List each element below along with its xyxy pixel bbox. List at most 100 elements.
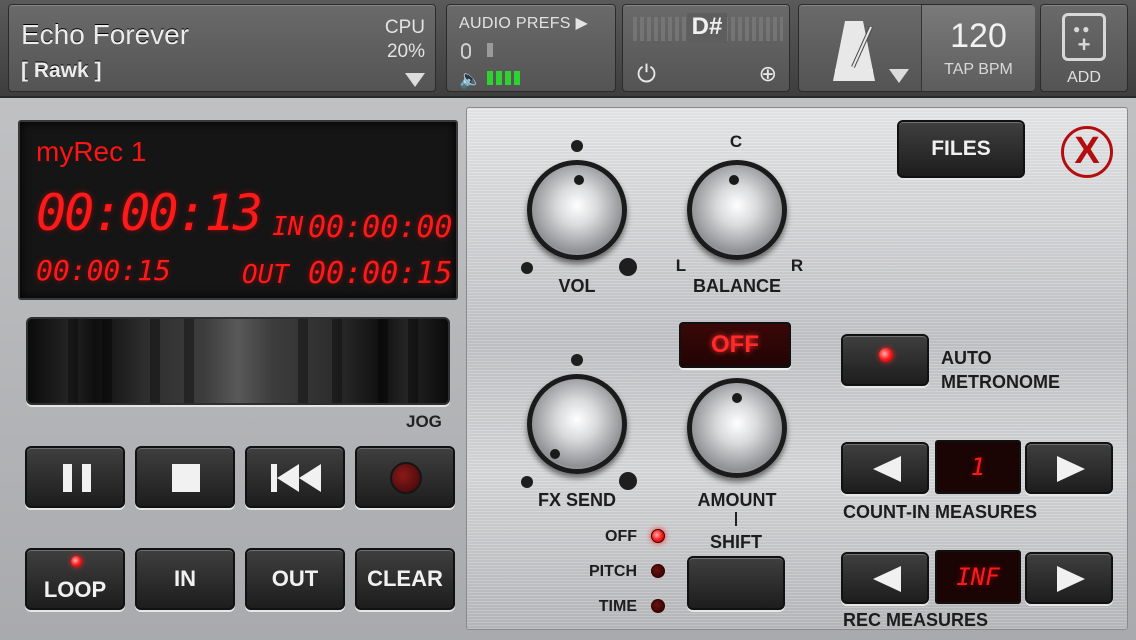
pause-icon xyxy=(63,464,91,492)
control-panel: VOL C L R BALANCE FILES X FX SEND OFF AM… xyxy=(466,107,1128,630)
knob-scale-dot xyxy=(571,354,583,366)
current-time: 00:00:13 xyxy=(36,184,263,242)
power-icon[interactable]: ⏻ xyxy=(637,61,656,89)
mode-pitch-led[interactable] xyxy=(651,564,665,578)
balance-knob[interactable] xyxy=(687,160,787,260)
out-point-time: 00:00:15 xyxy=(308,256,453,291)
output-level-bar xyxy=(487,71,493,85)
knob-scale-dot xyxy=(521,476,533,488)
out-point-label: OUT xyxy=(242,260,289,290)
loop-button[interactable]: LOOP xyxy=(25,548,125,610)
arrow-right-icon xyxy=(1057,566,1085,592)
arrow-left-icon xyxy=(873,456,901,482)
set-in-button[interactable]: IN xyxy=(135,548,235,610)
bpm-value: 120 xyxy=(950,17,1007,55)
mode-off-led[interactable] xyxy=(651,529,665,543)
volume-knob[interactable] xyxy=(527,160,627,260)
total-length: 00:00:15 xyxy=(36,254,171,287)
output-level-bar xyxy=(514,71,520,85)
jog-wheel[interactable] xyxy=(26,317,450,405)
rewind-to-start-button[interactable] xyxy=(245,446,345,508)
zoom-in-icon[interactable]: ⊕ xyxy=(759,61,777,87)
bpm-label: TAP BPM xyxy=(944,61,1013,78)
rec-measures-increase-button[interactable] xyxy=(1025,552,1113,604)
tap-bpm-button[interactable]: 120 TAP BPM xyxy=(921,5,1035,91)
song-style: [ Rawk ] xyxy=(21,59,102,82)
knob-scale-dot xyxy=(619,472,637,490)
add-label: ADD xyxy=(1067,69,1101,86)
pause-button[interactable] xyxy=(25,446,125,508)
files-button[interactable]: FILES xyxy=(897,120,1025,178)
shift-button[interactable] xyxy=(687,556,785,610)
recorder-display: myRec 1 00:00:13 IN 00:00:00 00:00:15 OU… xyxy=(18,120,458,300)
cpu-value: 20% xyxy=(386,41,425,62)
top-bar: Echo Forever [ Rawk ] CPU 20% AUDIO PREF… xyxy=(0,0,1136,98)
balance-right-label: R xyxy=(790,256,804,275)
speaker-icon: 🔈 xyxy=(459,69,482,89)
stop-icon xyxy=(172,464,200,492)
clear-button[interactable]: CLEAR xyxy=(355,548,455,610)
arrow-right-icon xyxy=(1057,456,1085,482)
fx-on-off-toggle[interactable]: OFF xyxy=(679,322,791,368)
song-selector[interactable]: Echo Forever [ Rawk ] CPU 20% xyxy=(8,4,436,92)
auto-metronome-button[interactable] xyxy=(841,334,929,386)
skip-back-icon xyxy=(271,464,323,492)
rec-measures-label: REC MEASURES xyxy=(843,610,989,630)
in-point-label: IN xyxy=(272,212,304,242)
arrow-left-icon xyxy=(873,566,901,592)
metronome-dropdown-icon[interactable] xyxy=(889,69,909,83)
song-title: Echo Forever xyxy=(21,19,190,50)
cpu-label: CPU xyxy=(384,17,425,38)
output-level-bar xyxy=(505,71,511,85)
set-out-button[interactable]: OUT xyxy=(245,548,345,610)
output-level-bar xyxy=(496,71,502,85)
knob-scale-dot xyxy=(521,262,533,274)
balance-center-label: C xyxy=(729,132,743,151)
recording-name: myRec 1 xyxy=(36,136,147,167)
jog-label: JOG xyxy=(406,412,442,431)
mode-time-led[interactable] xyxy=(651,599,665,613)
shift-label: SHIFT xyxy=(710,532,762,552)
auto-metronome-label-line: METRONOME xyxy=(941,372,1060,392)
balance-left-label: L xyxy=(675,256,687,275)
fx-send-knob[interactable] xyxy=(527,374,627,474)
knob-scale-dot xyxy=(571,140,583,152)
count-in-label: COUNT-IN MEASURES xyxy=(843,502,1038,522)
shift-divider xyxy=(735,512,737,526)
auto-metronome-led xyxy=(879,348,893,362)
mode-pitch-label: PITCH xyxy=(589,563,637,580)
record-icon xyxy=(390,462,422,494)
auto-metronome-label-line: AUTO xyxy=(941,348,992,368)
tuner-note: D# xyxy=(687,13,727,43)
song-dropdown-icon[interactable] xyxy=(405,73,425,87)
add-pedal-icon: ●● + xyxy=(1062,13,1106,61)
app-root: Echo Forever [ Rawk ] CPU 20% AUDIO PREF… xyxy=(0,0,1136,640)
rec-measures-decrease-button[interactable] xyxy=(841,552,929,604)
mode-time-label: TIME xyxy=(598,598,637,615)
count-in-decrease-button[interactable] xyxy=(841,442,929,494)
stop-button[interactable] xyxy=(135,446,235,508)
microphone-icon xyxy=(461,43,471,59)
loop-label: LOOP xyxy=(43,577,107,602)
amount-label: AMOUNT xyxy=(697,490,777,510)
rec-measures-value: INF xyxy=(935,550,1021,604)
mic-level-bar xyxy=(487,43,493,57)
volume-label: VOL xyxy=(558,276,596,296)
record-button[interactable] xyxy=(355,446,455,508)
amount-knob[interactable] xyxy=(687,378,787,478)
count-in-value: 1 xyxy=(935,440,1021,494)
audio-prefs-panel[interactable]: AUDIO PREFS ▶ 🔈 xyxy=(446,4,616,92)
balance-label: BALANCE xyxy=(693,276,781,296)
audio-prefs-label: AUDIO PREFS ▶ xyxy=(459,15,589,32)
metronome-panel: 120 TAP BPM xyxy=(798,4,1035,92)
close-icon[interactable]: X xyxy=(1061,126,1113,178)
add-pedal-button[interactable]: ●● + ADD xyxy=(1040,4,1128,92)
tuner-panel[interactable]: D# ⏻ ⊕ xyxy=(622,4,790,92)
metronome-icon[interactable] xyxy=(831,17,877,83)
count-in-increase-button[interactable] xyxy=(1025,442,1113,494)
fx-send-label: FX SEND xyxy=(537,490,616,510)
knob-scale-dot xyxy=(619,258,637,276)
loop-led-icon xyxy=(71,556,82,567)
mode-off-label: OFF xyxy=(605,528,637,545)
in-point-time: 00:00:00 xyxy=(308,210,453,245)
